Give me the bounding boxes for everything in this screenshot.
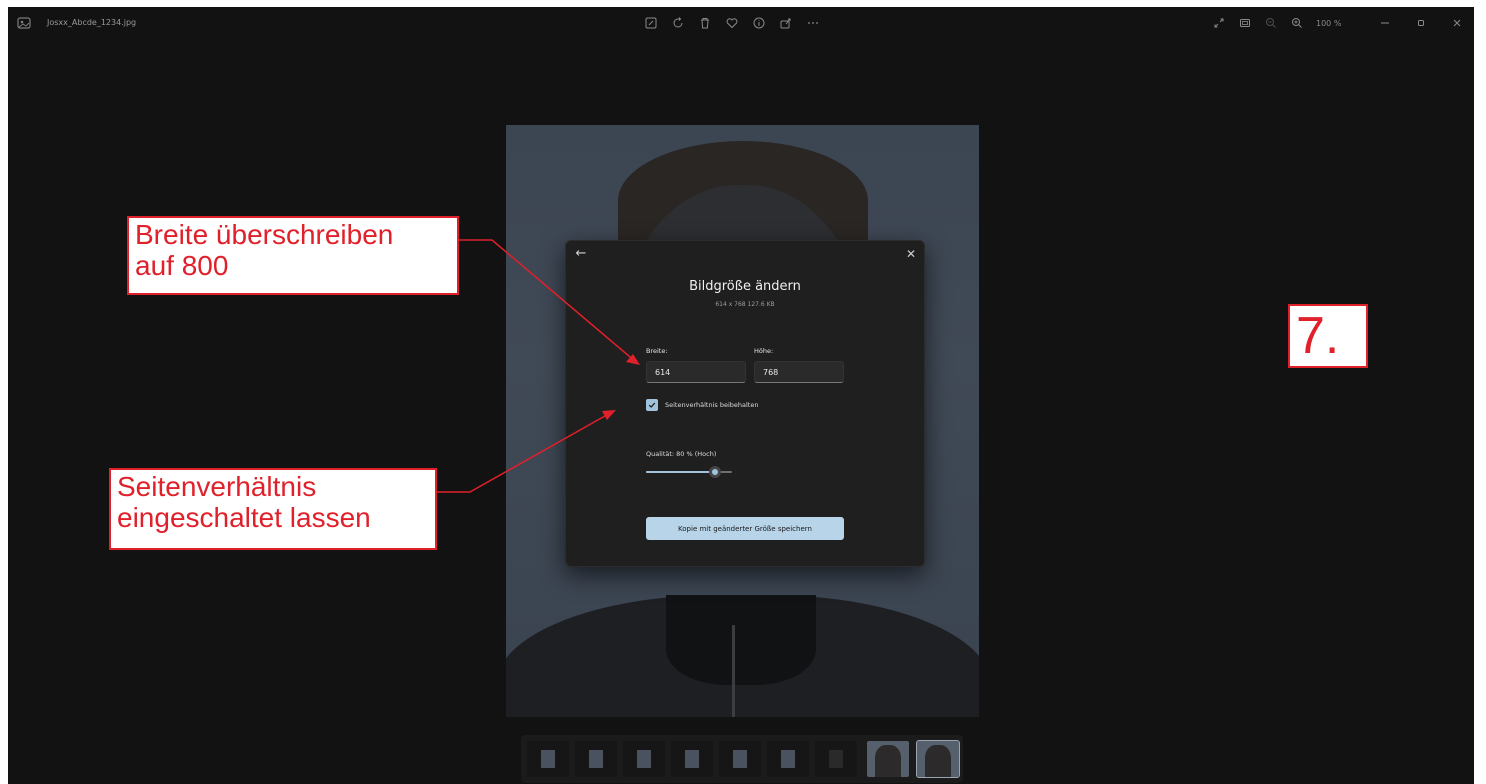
favorite-heart-icon[interactable] (723, 14, 741, 32)
filmstrip (521, 735, 963, 783)
slider-fill (646, 471, 715, 473)
zoom-out-icon[interactable] (1262, 14, 1280, 32)
filmstrip-thumbnail-selected[interactable] (916, 740, 960, 778)
quality-label: Qualität: 80 % (Hoch) (646, 450, 717, 458)
share-icon[interactable] (777, 14, 795, 32)
zoom-in-icon[interactable] (1288, 14, 1306, 32)
dialog-title: Bildgröße ändern (689, 279, 801, 294)
height-input[interactable] (754, 361, 844, 383)
restore-icon[interactable] (1407, 14, 1435, 32)
width-label: Breite: (646, 347, 668, 355)
title-bar: Josxx_Abcde_1234.jpg 100 % (8, 7, 1474, 39)
photo-zipper (732, 625, 735, 717)
info-icon[interactable] (750, 14, 768, 32)
filmstrip-thumbnail[interactable] (815, 741, 857, 777)
save-resized-copy-button[interactable]: Kopie mit geänderter Größe speichern (646, 517, 844, 540)
rotate-icon[interactable] (669, 14, 687, 32)
filmstrip-thumbnail[interactable] (719, 741, 761, 777)
zoom-level[interactable]: 100 % (1316, 19, 1341, 28)
delete-icon[interactable] (696, 14, 714, 32)
close-window-icon[interactable] (1443, 14, 1471, 32)
width-input[interactable] (646, 361, 746, 383)
resize-dialog: ← ✕ Bildgröße ändern 614 x 768 127.6 KB … (565, 240, 925, 567)
photos-app-icon (16, 15, 32, 31)
filmstrip-thumbnail[interactable] (867, 741, 909, 777)
photos-app-window: Josxx_Abcde_1234.jpg 100 % ← ✕ Bildgröße… (8, 7, 1474, 784)
quality-slider[interactable] (646, 466, 732, 478)
more-options-icon[interactable] (804, 14, 822, 32)
height-label: Höhe: (754, 347, 774, 355)
close-dialog-icon[interactable]: ✕ (902, 245, 920, 263)
slider-thumb[interactable] (708, 466, 721, 478)
checkmark-icon (648, 402, 656, 408)
filmstrip-thumbnail[interactable] (671, 741, 713, 777)
filmstrip-thumbnail[interactable] (527, 741, 569, 777)
image-dimensions-info: 614 x 768 127.6 KB (715, 301, 775, 308)
filmstrip-thumbnail[interactable] (623, 741, 665, 777)
view-controls: 100 % (1210, 14, 1471, 32)
callout-aspect-ratio: Seitenverhältnis eingeschaltet lassen (109, 468, 437, 550)
callout-width: Breite überschreiben auf 800 (127, 216, 459, 295)
aspect-ratio-checkbox[interactable] (646, 399, 658, 411)
back-arrow-icon[interactable]: ← (572, 245, 590, 263)
fit-to-window-icon[interactable] (1236, 14, 1254, 32)
edit-image-icon[interactable] (642, 14, 660, 32)
filmstrip-thumbnail[interactable] (767, 741, 809, 777)
step-number: 7. (1288, 304, 1368, 368)
aspect-ratio-label: Seitenverhältnis beibehalten (665, 401, 759, 409)
minimize-icon[interactable] (1371, 14, 1399, 32)
photo-collar (666, 595, 816, 685)
file-name: Josxx_Abcde_1234.jpg (47, 18, 137, 27)
fullscreen-icon[interactable] (1210, 14, 1228, 32)
filmstrip-thumbnail[interactable] (575, 741, 617, 777)
image-toolbar (642, 14, 822, 32)
